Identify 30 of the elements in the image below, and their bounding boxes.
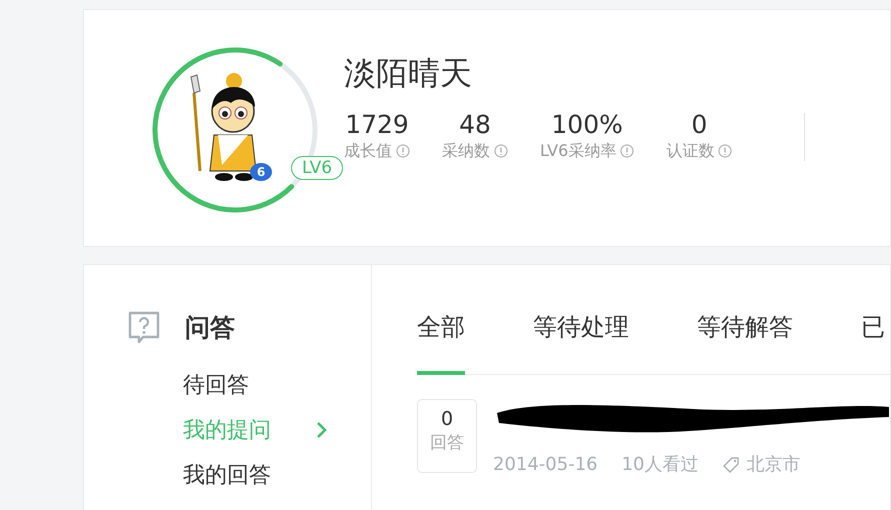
- answer-count: 0: [440, 408, 454, 431]
- stat-value: 0: [690, 111, 708, 138]
- user-name: 淡陌晴天: [344, 57, 473, 89]
- tab[interactable]: 等待解答: [697, 309, 793, 375]
- stat-value: 1729: [344, 111, 410, 138]
- view-count: 10人看过: [622, 453, 699, 477]
- level-badge: LV6: [291, 156, 344, 180]
- sidebar-item[interactable]: 我的回答: [183, 452, 328, 498]
- stat-value: 48: [458, 111, 492, 138]
- stat-value: 100%: [550, 111, 624, 138]
- stat-label: 成长值: [344, 140, 392, 162]
- question-date: 2014-05-16: [493, 453, 598, 477]
- info-icon[interactable]: [718, 144, 732, 158]
- stat-label: 采纳数: [442, 140, 490, 162]
- question-icon: [127, 310, 161, 345]
- level-badge-icon: 6: [250, 163, 272, 181]
- tab[interactable]: 已: [861, 309, 885, 375]
- chevron-right-icon: [316, 421, 328, 439]
- info-icon[interactable]: [620, 144, 634, 158]
- tag-icon: [722, 456, 739, 472]
- tab[interactable]: 等待处理: [533, 309, 629, 375]
- stat-label: LV6采纳率: [540, 140, 616, 162]
- info-icon[interactable]: [494, 144, 508, 158]
- question-location: 北京市: [746, 453, 801, 477]
- section-title: 问答: [185, 312, 235, 344]
- answer-label: 回答: [429, 432, 465, 455]
- info-icon[interactable]: [396, 144, 410, 158]
- tab[interactable]: 全部: [417, 309, 465, 375]
- stat-label: 认证数: [666, 140, 714, 162]
- sidebar-item[interactable]: 待回答: [183, 362, 328, 408]
